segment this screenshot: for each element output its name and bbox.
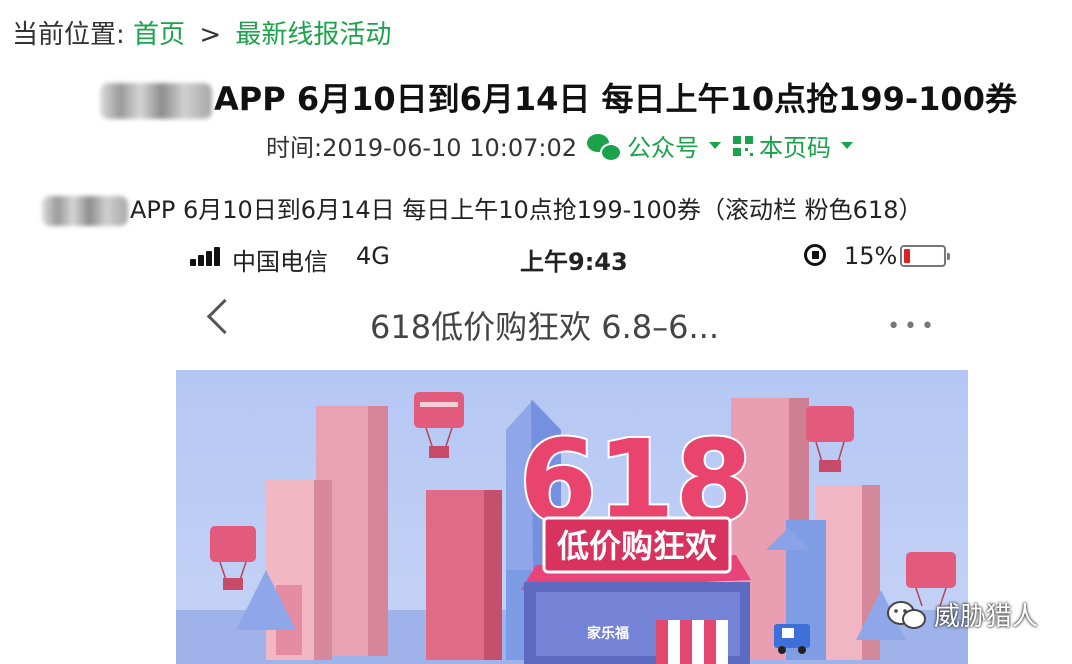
carrier-name: 中国电信 xyxy=(232,248,328,276)
publish-time: 时间:2019-06-10 10:07:02 xyxy=(266,134,577,162)
wechat-icon xyxy=(586,133,622,162)
wechat-watermark-icon xyxy=(887,600,926,629)
redacted-app-name xyxy=(42,196,128,226)
phone-status-bar: 中国电信 4G 上午9:43 15% xyxy=(176,228,968,284)
back-arrow-icon[interactable] xyxy=(206,298,243,335)
redacted-app-name xyxy=(100,83,212,119)
balloon-left-top xyxy=(414,392,464,458)
status-time: 上午9:43 xyxy=(520,248,628,276)
page-title-text: APP 6月10日到6月14日 每日上午10点抢199-100券 xyxy=(214,80,1017,118)
breadcrumb-home-link[interactable]: 首页 xyxy=(133,20,185,50)
battery-icon xyxy=(900,245,950,267)
chevron-down-icon[interactable] xyxy=(708,142,721,149)
page-qr-link[interactable]: 本页码 xyxy=(759,128,831,163)
battery-percent: 15% xyxy=(844,242,898,270)
chevron-down-icon[interactable] xyxy=(840,142,853,149)
article-subtitle-text: APP 6月10日到6月14日 每日上午10点抢199-100券（滚动栏 粉色6… xyxy=(130,196,923,224)
watermark: 威胁猎人 xyxy=(886,596,1038,633)
rotation-lock-icon xyxy=(804,244,826,266)
signal-icon xyxy=(190,246,224,266)
battery-level xyxy=(904,249,910,263)
more-options-icon[interactable]: ••• xyxy=(887,314,938,339)
watermark-text: 威胁猎人 xyxy=(934,602,1039,632)
banner-slogan: 低价购狂欢 xyxy=(557,527,718,565)
breadcrumb-prefix: 当前位置: xyxy=(12,20,125,50)
store-awning xyxy=(656,620,728,664)
promo-banner[interactable]: 家乐福 618 低价购狂欢 xyxy=(176,370,968,664)
article-meta: 时间:2019-06-10 10:07:02 公众号 本页码 xyxy=(266,128,865,163)
promo-banner-illustration: 家乐福 618 低价购狂欢 xyxy=(176,392,968,664)
phone-nav-title: 618低价购狂欢 6.8–6... xyxy=(370,308,720,346)
breadcrumb-current-link[interactable]: 最新线报活动 xyxy=(235,20,391,50)
store-label: 家乐福 xyxy=(587,625,629,641)
article-subtitle: APP 6月10日到6月14日 每日上午10点抢199-100券（滚动栏 粉色6… xyxy=(42,190,923,226)
balloon-right-top xyxy=(806,406,854,472)
breadcrumb-separator: > xyxy=(199,20,222,50)
wechat-account-link[interactable]: 公众号 xyxy=(627,128,699,163)
network-type: 4G xyxy=(356,242,390,270)
phone-nav-bar: 618低价购狂欢 6.8–6... ••• xyxy=(176,288,968,360)
breadcrumb: 当前位置: 首页 > 最新线报活动 xyxy=(12,14,391,51)
balloon-left-bottom xyxy=(210,526,256,590)
page-title: APP 6月10日到6月14日 每日上午10点抢199-100券 xyxy=(100,74,1017,120)
phone-screenshot: 中国电信 4G 上午9:43 15% 618低价购狂欢 6.8–6... ••• xyxy=(176,228,968,664)
qr-code-icon xyxy=(732,135,753,156)
